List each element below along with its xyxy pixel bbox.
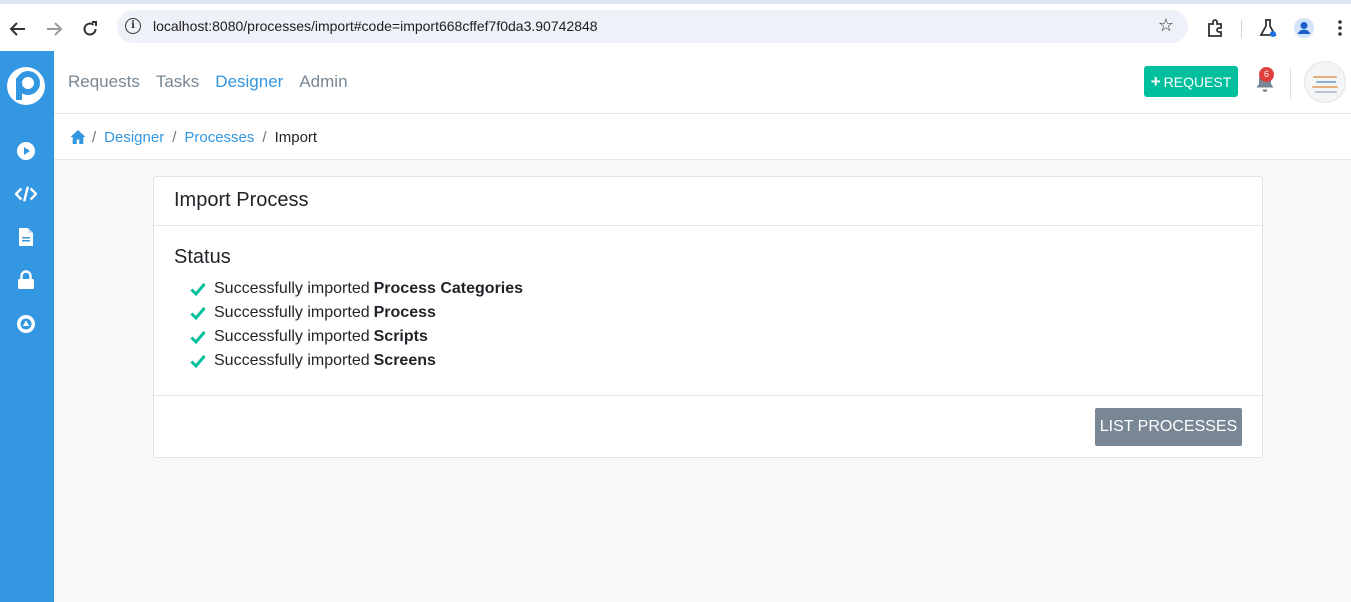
home-icon[interactable]	[70, 129, 86, 145]
breadcrumb-separator: /	[262, 129, 267, 146]
status-item-prefix: Successfully imported	[214, 280, 370, 297]
breadcrumb-separator: /	[92, 129, 97, 146]
new-request-button[interactable]: + REQUEST	[1144, 66, 1238, 97]
reload-icon[interactable]	[75, 14, 105, 44]
browser-toolbar: i localhost:8080/processes/import#code=i…	[0, 0, 1351, 51]
card-title: Import Process	[154, 177, 1262, 226]
breadcrumb: / Designer / Processes / Import	[54, 114, 1351, 160]
breadcrumb-separator: /	[172, 129, 177, 146]
main-menu: Requests Tasks Designer Admin	[68, 72, 348, 92]
profile-icon[interactable]	[1293, 17, 1315, 39]
nav-item-designer[interactable]: Designer	[215, 72, 283, 92]
status-item-name: Process Categories	[373, 280, 524, 297]
navbar-divider	[1290, 67, 1291, 99]
breadcrumb-designer[interactable]: Designer	[104, 129, 164, 146]
designer-code-icon[interactable]	[15, 183, 37, 205]
url-text: localhost:8080/processes/import#code=imp…	[153, 18, 598, 34]
import-process-card: Import Process Status Successfully impor…	[153, 176, 1263, 458]
status-item-name: Screens	[373, 352, 436, 369]
request-button-label: REQUEST	[1163, 73, 1232, 90]
check-icon	[190, 307, 206, 320]
user-avatar[interactable]	[1304, 61, 1346, 103]
status-list: Successfully imported Process Categories…	[174, 277, 1242, 373]
card-body: Status Successfully imported Process Cat…	[154, 226, 1262, 395]
document-icon[interactable]	[15, 226, 37, 248]
top-navbar: Requests Tasks Designer Admin + REQUEST …	[54, 51, 1351, 114]
lock-icon[interactable]	[15, 269, 37, 291]
status-item-prefix: Successfully imported	[214, 328, 370, 345]
card-footer: LIST PROCESSES	[154, 395, 1262, 458]
status-item-prefix: Successfully imported	[214, 352, 370, 369]
requests-play-icon[interactable]	[15, 140, 37, 162]
notification-count-badge: 6	[1259, 67, 1274, 82]
list-processes-button[interactable]: LIST PROCESSES	[1095, 408, 1242, 446]
browser-menu-icon[interactable]	[1329, 17, 1351, 39]
admin-circle-icon[interactable]	[15, 313, 37, 335]
processmaker-logo[interactable]	[6, 66, 46, 106]
address-bar[interactable]: i localhost:8080/processes/import#code=i…	[117, 10, 1188, 43]
nav-item-requests[interactable]: Requests	[68, 72, 140, 92]
check-icon	[190, 283, 206, 296]
breadcrumb-current: Import	[274, 129, 318, 146]
status-item: Successfully imported Screens	[190, 349, 1242, 373]
nav-item-tasks[interactable]: Tasks	[156, 72, 199, 92]
status-heading: Status	[174, 246, 231, 268]
plus-icon: +	[1150, 71, 1161, 91]
nav-item-admin[interactable]: Admin	[299, 72, 347, 92]
status-item: Successfully imported Scripts	[190, 325, 1242, 349]
labs-flask-icon[interactable]	[1257, 17, 1279, 39]
extensions-icon[interactable]	[1204, 17, 1226, 39]
status-item-prefix: Successfully imported	[214, 304, 370, 321]
bookmark-star-icon[interactable]: ☆	[1158, 15, 1174, 36]
breadcrumb-processes[interactable]: Processes	[184, 129, 254, 146]
status-item: Successfully imported Process Categories	[190, 277, 1242, 301]
forward-icon[interactable]	[39, 14, 69, 44]
back-icon[interactable]	[3, 14, 33, 44]
check-icon	[190, 355, 206, 368]
site-info-icon[interactable]: i	[125, 18, 141, 34]
sidebar	[0, 51, 54, 602]
status-item-name: Scripts	[373, 328, 428, 345]
check-icon	[190, 331, 206, 344]
status-item: Successfully imported Process	[190, 301, 1242, 325]
toolbar-divider	[1241, 20, 1242, 38]
status-item-name: Process	[373, 304, 436, 321]
